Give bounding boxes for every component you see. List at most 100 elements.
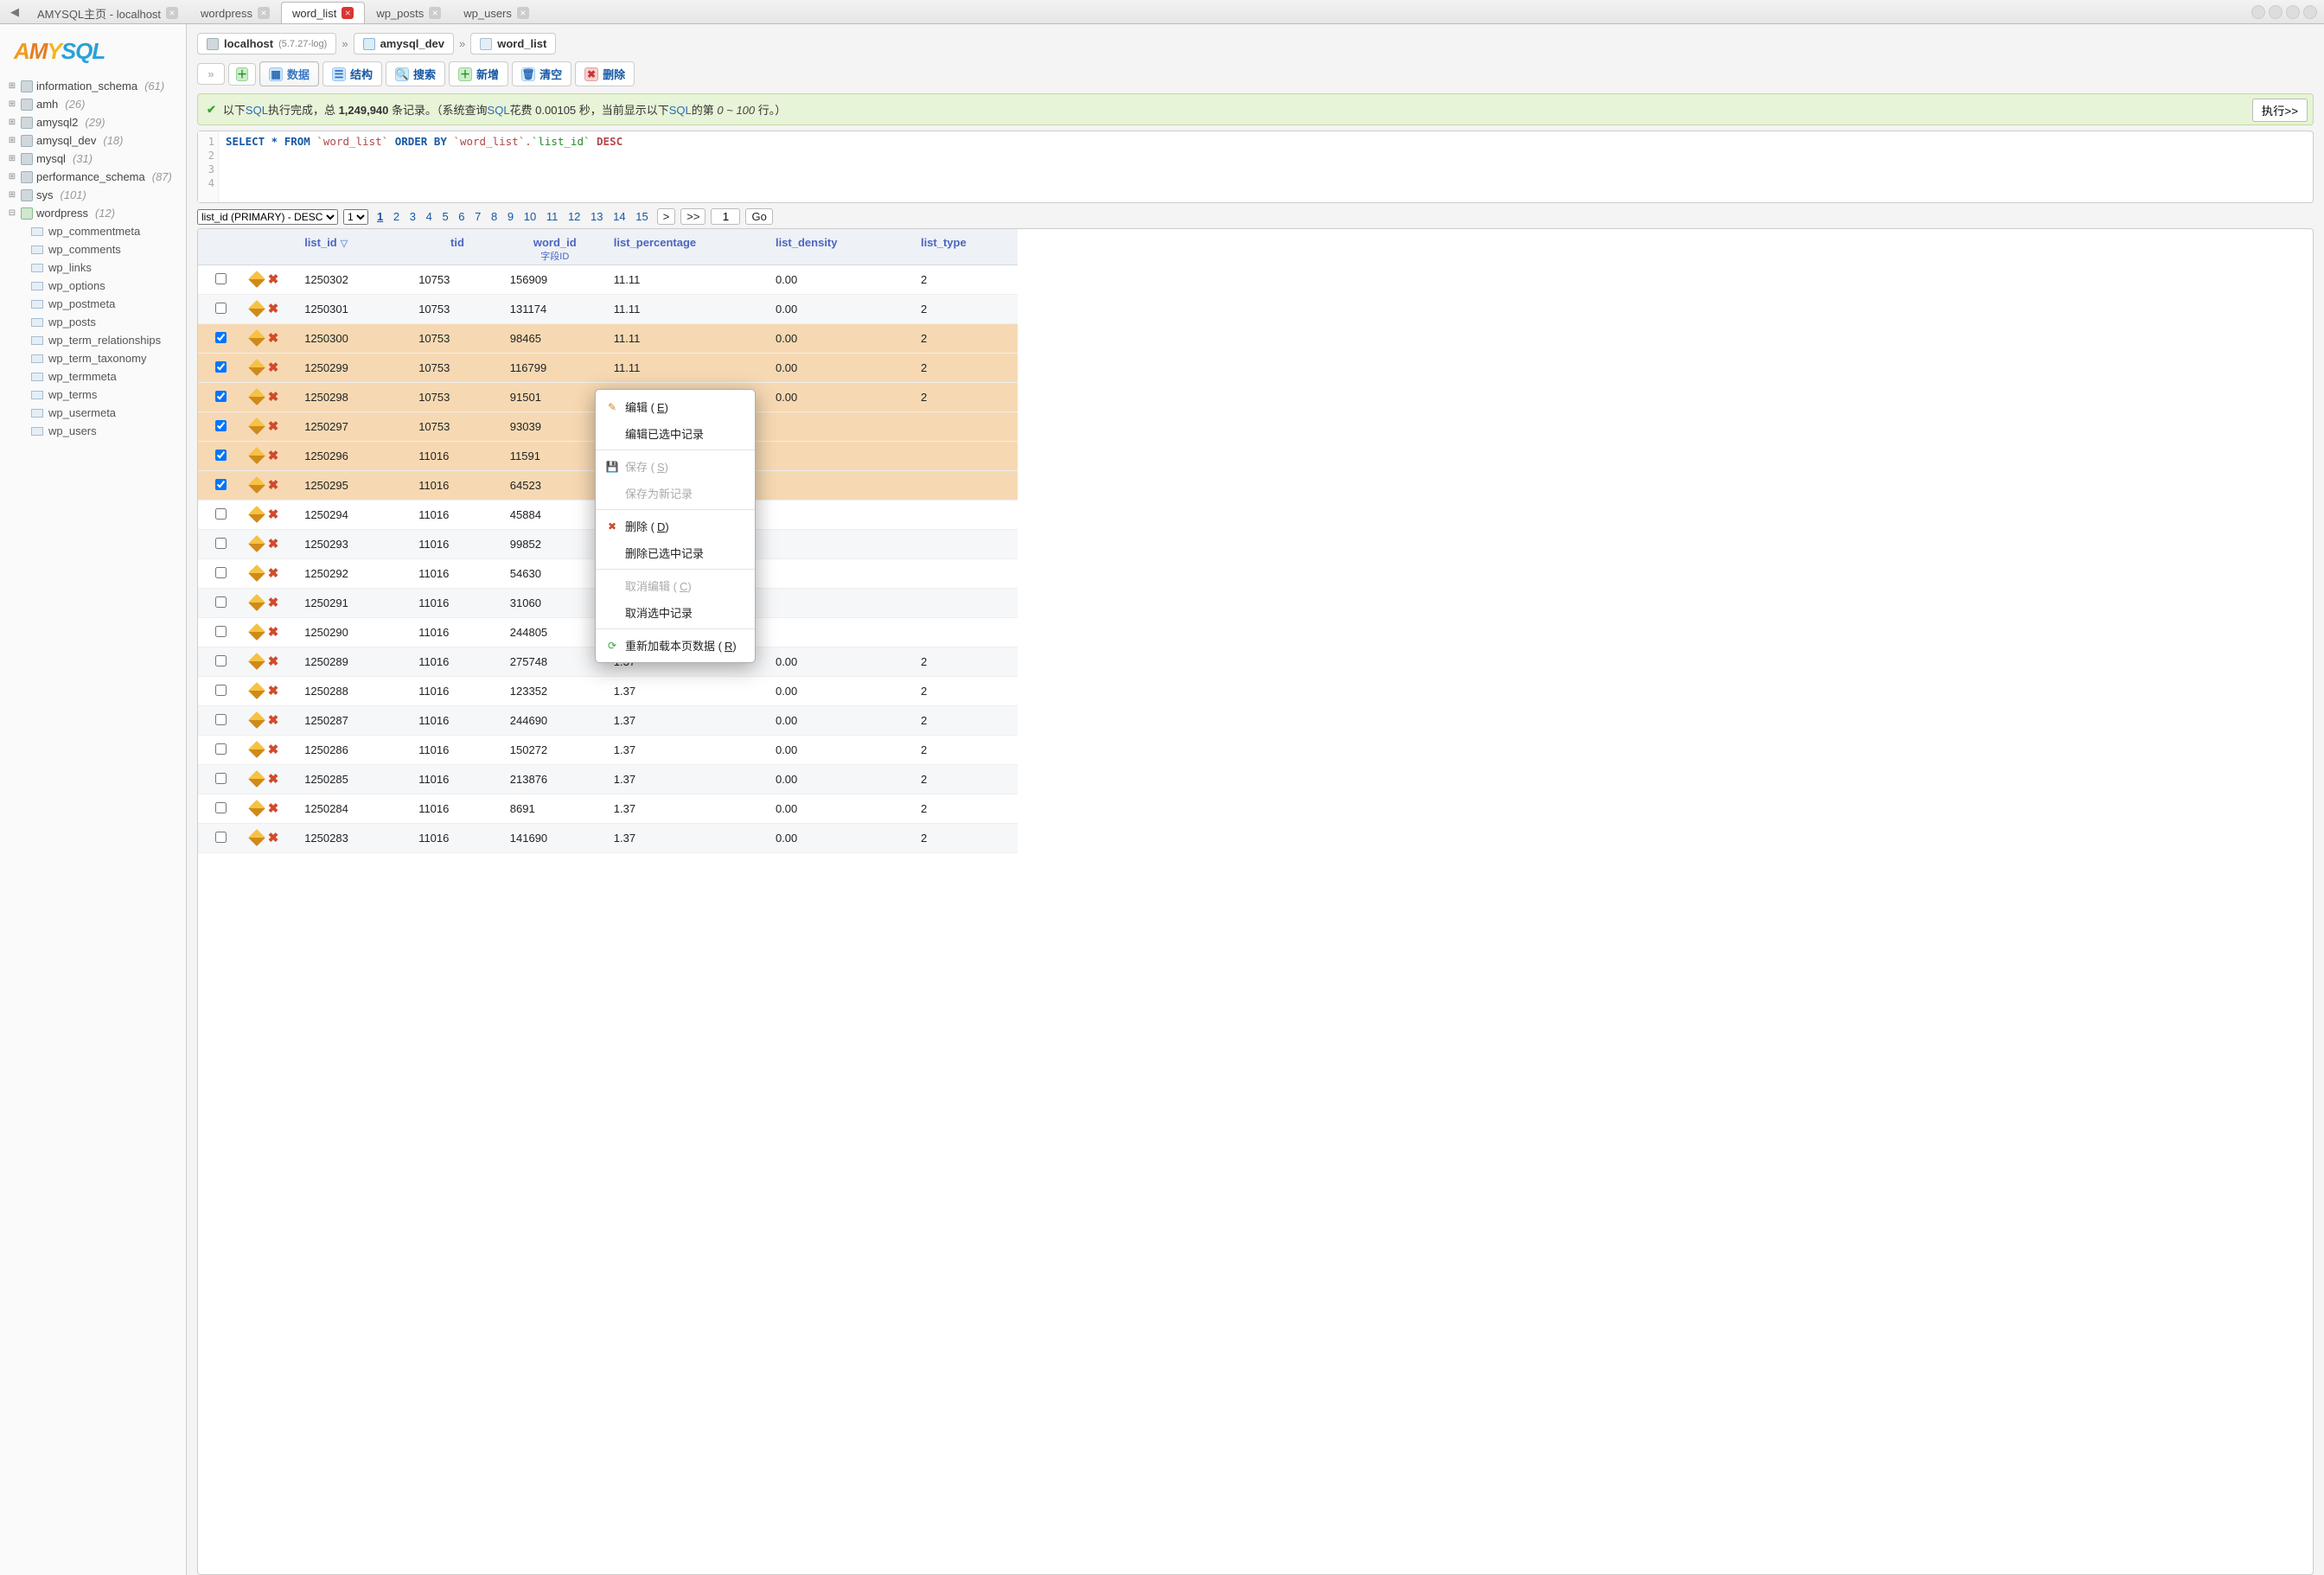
table-row[interactable]: ✖12503011075313117411.110.002 — [198, 295, 1018, 324]
sql-code[interactable]: SELECT * FROM `word_list` ORDER BY `word… — [219, 131, 629, 202]
col-checkbox[interactable] — [198, 229, 244, 265]
breadcrumb-db[interactable]: amysql_dev — [354, 33, 454, 54]
row-checkbox[interactable] — [215, 773, 227, 784]
tab-word_list[interactable]: word_list× — [281, 2, 365, 23]
win-btn[interactable] — [2251, 5, 2265, 19]
toolbar-empty-button[interactable]: 🗑清空 — [512, 61, 571, 86]
tab-wp_posts[interactable]: wp_posts× — [365, 2, 452, 23]
edit-row-icon[interactable] — [248, 564, 265, 582]
db-mysql[interactable]: ⊞mysql(31) — [5, 150, 181, 168]
row-checkbox[interactable] — [215, 802, 227, 813]
toolbar-structure-button[interactable]: ☰结构 — [322, 61, 382, 86]
sql-editor[interactable]: 1234 SELECT * FROM `word_list` ORDER BY … — [197, 131, 2314, 203]
nav-back-icon[interactable]: ◀ — [3, 0, 26, 23]
db-amysql2[interactable]: ⊞amysql2(29) — [5, 113, 181, 131]
table-wp_options[interactable]: wp_options — [31, 277, 181, 295]
edit-row-icon[interactable] — [248, 711, 265, 729]
ctx-delete-selected[interactable]: 删除已选中记录 — [596, 539, 755, 566]
delete-row-icon[interactable]: ✖ — [268, 565, 279, 581]
table-row[interactable]: ✖1250300107539846511.110.002 — [198, 324, 1018, 354]
delete-row-icon[interactable]: ✖ — [268, 507, 279, 522]
ctx-delete[interactable]: ✖删除 (D) — [596, 513, 755, 539]
col-list_density[interactable]: list_density — [769, 229, 914, 265]
db-amh[interactable]: ⊞amh(26) — [5, 95, 181, 113]
close-icon[interactable]: × — [342, 7, 354, 19]
win-btn[interactable] — [2286, 5, 2300, 19]
col-word_id[interactable]: word_id字段ID — [503, 229, 607, 265]
tab-wordpress[interactable]: wordpress× — [189, 2, 281, 23]
page-link-4[interactable]: 4 — [423, 210, 436, 223]
table-row[interactable]: ✖1250283110161416901.370.002 — [198, 824, 1018, 853]
edit-row-icon[interactable] — [248, 535, 265, 552]
table-wp_term_taxonomy[interactable]: wp_term_taxonomy — [31, 349, 181, 367]
page-link-3[interactable]: 3 — [406, 210, 419, 223]
delete-row-icon[interactable]: ✖ — [268, 360, 279, 375]
page-link-8[interactable]: 8 — [488, 210, 501, 223]
plus-icon[interactable]: ⊞ — [7, 136, 17, 145]
row-checkbox[interactable] — [215, 332, 227, 343]
edit-row-icon[interactable] — [248, 506, 265, 523]
page-link-6[interactable]: 6 — [455, 210, 468, 223]
col-list_percentage[interactable]: list_percentage — [607, 229, 769, 265]
row-checkbox[interactable] — [215, 832, 227, 843]
win-btn[interactable] — [2269, 5, 2282, 19]
row-checkbox[interactable] — [215, 303, 227, 314]
db-wordpress[interactable]: ⊟wordpress(12) — [5, 204, 181, 222]
page-link-12[interactable]: 12 — [565, 210, 584, 223]
page-link-14[interactable]: 14 — [610, 210, 629, 223]
row-checkbox[interactable] — [215, 391, 227, 402]
pager-go-button[interactable]: Go — [745, 208, 772, 225]
row-checkbox[interactable] — [215, 420, 227, 431]
delete-row-icon[interactable]: ✖ — [268, 448, 279, 463]
delete-row-icon[interactable]: ✖ — [268, 683, 279, 698]
page-link-7[interactable]: 7 — [471, 210, 484, 223]
delete-row-icon[interactable]: ✖ — [268, 624, 279, 640]
table-wp_terms[interactable]: wp_terms — [31, 386, 181, 404]
row-checkbox[interactable] — [215, 567, 227, 578]
sort-select[interactable]: list_id (PRIMARY) - DESC — [197, 209, 338, 225]
plus-icon[interactable]: ⊞ — [7, 118, 17, 127]
toolbar-insert-button[interactable]: ＋新增 — [449, 61, 508, 86]
delete-row-icon[interactable]: ✖ — [268, 477, 279, 493]
edit-row-icon[interactable] — [248, 682, 265, 699]
row-checkbox[interactable] — [215, 508, 227, 520]
edit-row-icon[interactable] — [248, 623, 265, 641]
table-row[interactable]: ✖1250287110162446901.370.002 — [198, 706, 1018, 736]
toolbar-more-button[interactable]: » — [197, 63, 225, 85]
edit-row-icon[interactable] — [248, 829, 265, 846]
edit-row-icon[interactable] — [248, 388, 265, 405]
delete-row-icon[interactable]: ✖ — [268, 271, 279, 287]
delete-row-icon[interactable]: ✖ — [268, 830, 279, 845]
tab-wp_users[interactable]: wp_users× — [452, 2, 540, 23]
edit-row-icon[interactable] — [248, 770, 265, 788]
page-link-15[interactable]: 15 — [632, 210, 651, 223]
table-wp_comments[interactable]: wp_comments — [31, 240, 181, 258]
table-wp_links[interactable]: wp_links — [31, 258, 181, 277]
delete-row-icon[interactable]: ✖ — [268, 301, 279, 316]
delete-row-icon[interactable]: ✖ — [268, 418, 279, 434]
row-checkbox[interactable] — [215, 450, 227, 461]
row-checkbox[interactable] — [215, 655, 227, 666]
table-wp_term_relationships[interactable]: wp_term_relationships — [31, 331, 181, 349]
run-sql-button[interactable]: 执行>> — [2252, 99, 2308, 122]
close-icon[interactable]: × — [429, 7, 441, 19]
close-icon[interactable]: × — [258, 7, 270, 19]
row-checkbox[interactable] — [215, 538, 227, 549]
delete-row-icon[interactable]: ✖ — [268, 389, 279, 405]
page-link-11[interactable]: 11 — [543, 210, 562, 223]
table-wp_commentmeta[interactable]: wp_commentmeta — [31, 222, 181, 240]
row-checkbox[interactable] — [215, 685, 227, 696]
edit-row-icon[interactable] — [248, 300, 265, 317]
delete-row-icon[interactable]: ✖ — [268, 742, 279, 757]
row-checkbox[interactable] — [215, 361, 227, 373]
edit-row-icon[interactable] — [248, 594, 265, 611]
plus-icon[interactable]: ⊞ — [7, 190, 17, 200]
row-checkbox[interactable] — [215, 596, 227, 608]
page-link-10[interactable]: 10 — [520, 210, 540, 223]
row-checkbox[interactable] — [215, 743, 227, 755]
close-icon[interactable]: × — [517, 7, 529, 19]
breadcrumb-table[interactable]: word_list — [470, 33, 556, 54]
page-link-1[interactable]: 1 — [374, 210, 386, 223]
page-link-2[interactable]: 2 — [390, 210, 403, 223]
edit-row-icon[interactable] — [248, 653, 265, 670]
